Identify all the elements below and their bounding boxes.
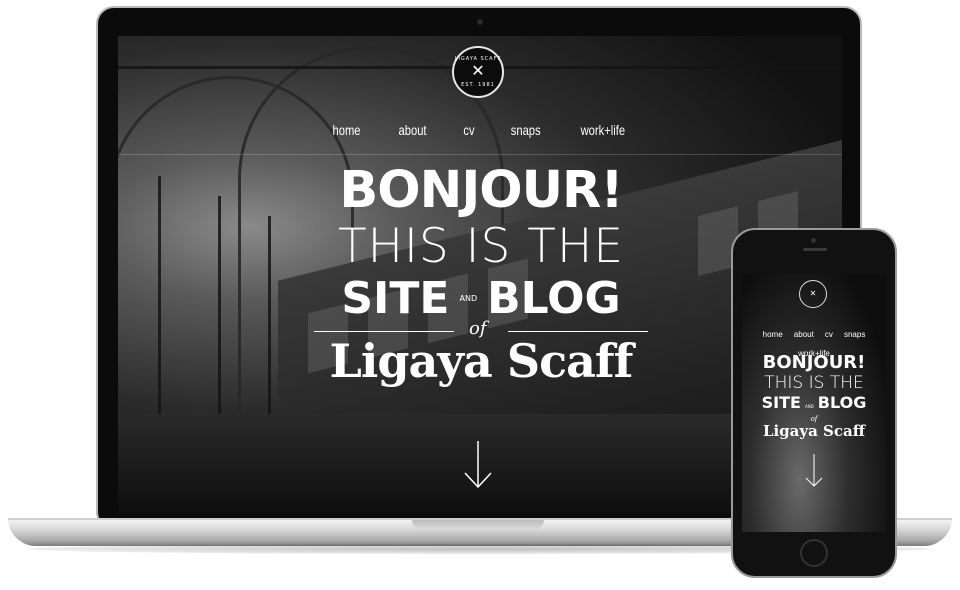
nav-item-about[interactable]: about xyxy=(794,330,814,339)
hero-line-bonjour: BONJOUR! xyxy=(339,161,623,220)
phone-camera xyxy=(811,238,816,243)
hero-and-word: AND xyxy=(804,404,814,409)
divider-line xyxy=(314,331,454,332)
nav-item-about[interactable]: about xyxy=(399,122,427,138)
nav-item-snaps[interactable]: snaps xyxy=(510,122,540,138)
nav-item-cv[interactable]: cv xyxy=(463,122,474,138)
hero-line-this-is-the: THIS IS THE xyxy=(337,219,625,274)
divider-line xyxy=(508,331,648,332)
hero-site-word: SITE xyxy=(341,273,450,324)
laptop-notch xyxy=(412,520,544,529)
hero-of-divider: of xyxy=(314,318,648,339)
phone-speaker xyxy=(803,248,827,251)
main-nav: home about cv snaps work+life xyxy=(118,120,842,139)
hero-blog-word: BLOG xyxy=(817,393,867,412)
hero-site-word: SITE xyxy=(761,393,801,412)
nav-item-work-life[interactable]: work+life xyxy=(581,122,626,138)
phone-home-button[interactable] xyxy=(800,539,828,567)
hero-line-site-and-blog: SITE AND BLOG xyxy=(756,393,872,416)
hero-blog-word: BLOG xyxy=(487,273,621,324)
hero-and-word: AND xyxy=(459,294,478,303)
site-header: LIGAYA SCAFF ✕ EST. 1981 home about cv s… xyxy=(118,36,842,155)
nav-item-home[interactable]: home xyxy=(763,330,783,339)
hero-line-site-and-blog: SITE AND BLOG xyxy=(314,274,648,324)
laptop-camera xyxy=(477,19,483,25)
site-logo-mobile[interactable]: ✕ xyxy=(799,280,827,308)
hero-of-word: of xyxy=(469,318,487,339)
crossed-tools-icon: ✕ xyxy=(471,61,485,80)
down-arrow-icon[interactable] xyxy=(805,454,823,488)
site-logo[interactable]: LIGAYA SCAFF ✕ EST. 1981 xyxy=(452,46,504,98)
hero-title-mobile: BONJOUR! THIS IS THE SITE AND BLOG of Liga… xyxy=(756,352,872,440)
phone-screen: ✕ home about cv snaps work+life BONJOUR!… xyxy=(742,274,886,532)
nav-item-snaps[interactable]: snaps xyxy=(844,330,865,339)
hero-line-bonjour: BONJOUR! xyxy=(762,352,866,373)
logo-est: EST. 1981 xyxy=(461,82,495,88)
hero-name: Ligaya Scaff xyxy=(329,334,634,388)
hero-name: Ligaya Scaff xyxy=(762,422,866,440)
nav-item-home[interactable]: home xyxy=(333,122,361,138)
hero-line-this-is-the: THIS IS THE xyxy=(764,373,864,393)
down-arrow-icon[interactable] xyxy=(463,441,493,489)
phone-mockup: ✕ home about cv snaps work+life BONJOUR!… xyxy=(731,228,897,578)
hero-title: BONJOUR! THIS IS THE SITE AND BLOG of Li… xyxy=(314,162,648,384)
nav-item-cv[interactable]: cv xyxy=(825,330,833,339)
